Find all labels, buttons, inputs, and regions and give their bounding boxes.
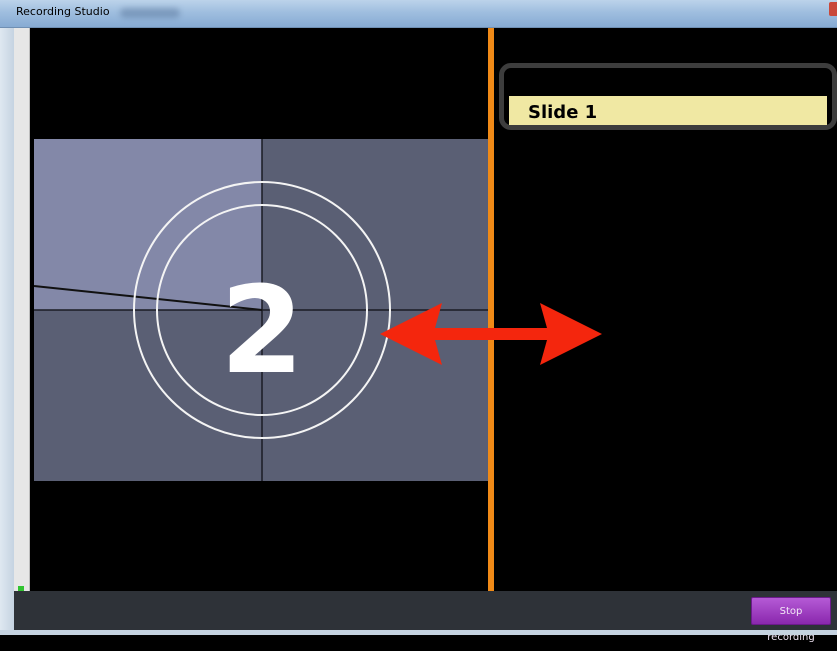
recording-preview	[30, 28, 490, 591]
bottom-toolbar: Stop recording	[14, 591, 837, 643]
close-button[interactable]	[829, 2, 837, 16]
window-frame-bottom	[0, 630, 837, 635]
slide-title[interactable]: Slide 1	[509, 96, 827, 125]
title-bar: Recording Studio	[0, 0, 837, 28]
splitter-bar[interactable]	[488, 28, 494, 591]
window-title: Recording Studio	[16, 5, 110, 18]
vertical-scrollbar[interactable]	[14, 28, 30, 591]
countdown-sweep	[34, 139, 262, 310]
stop-recording-button[interactable]: Stop recording	[751, 597, 831, 643]
countdown-leader	[34, 139, 488, 481]
window-frame-left	[0, 28, 14, 635]
title-bar-glare	[120, 8, 180, 18]
